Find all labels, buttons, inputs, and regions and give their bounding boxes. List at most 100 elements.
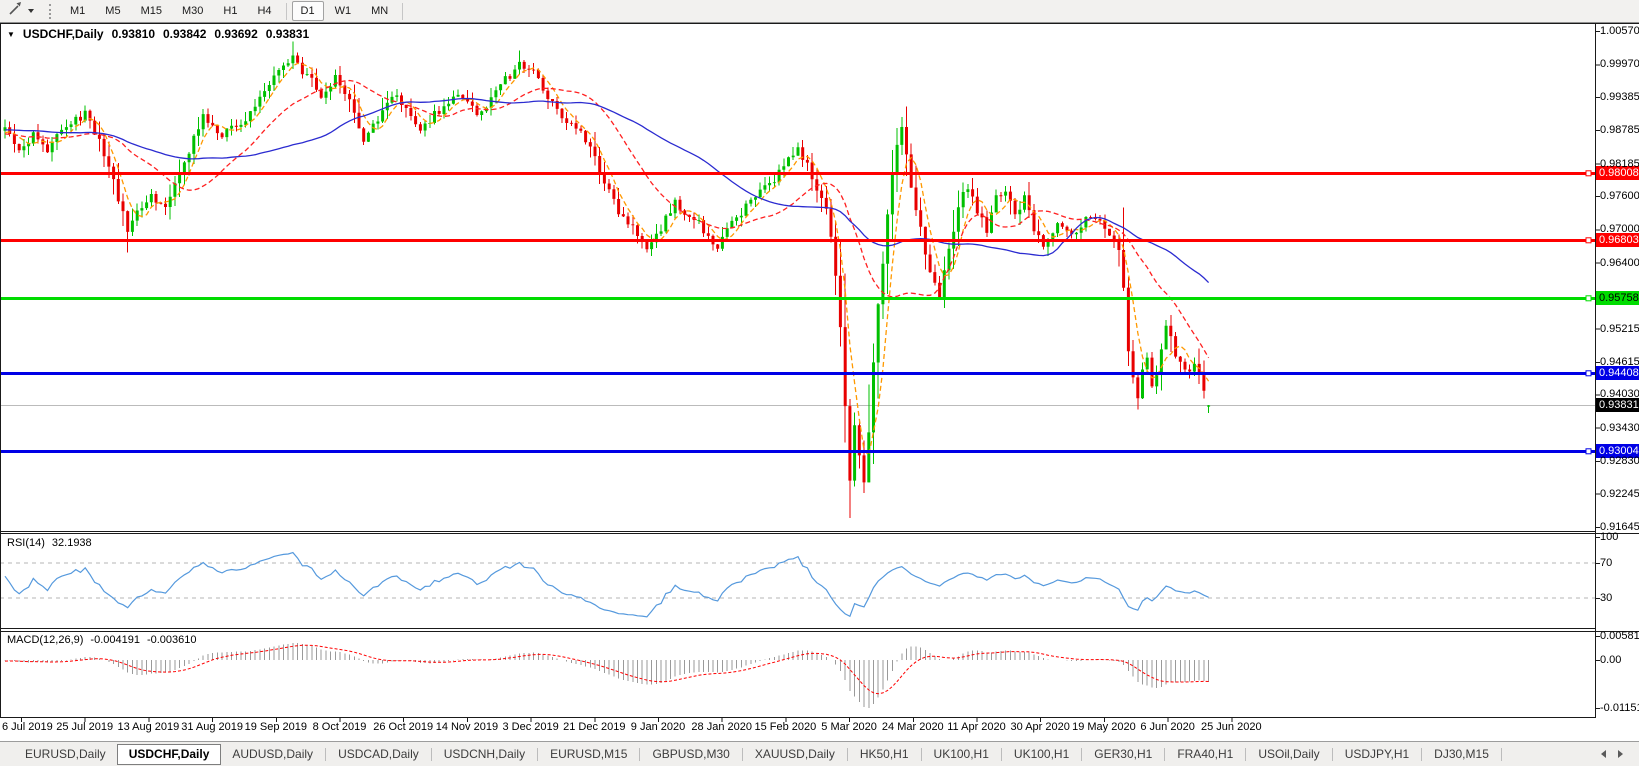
date-axis-label: 11 Apr 2020 — [947, 721, 1006, 733]
price-chart-canvas[interactable] — [0, 23, 1639, 723]
tabs-scroll-right-button[interactable] — [1618, 750, 1623, 758]
date-axis-label: 3 Dec 2019 — [502, 721, 559, 733]
macd-axis-tick-label: -0.011514 — [1600, 701, 1639, 714]
tab-divider — [537, 747, 539, 761]
price-axis-tick-label: 0.94030 — [1600, 388, 1639, 401]
chart-tab-xauusd-daily[interactable]: XAUUSD,Daily — [744, 744, 846, 765]
timeframe-button-d1[interactable]: D1 — [291, 1, 324, 21]
tab-divider — [1500, 747, 1502, 761]
chart-tab-eurusd-daily[interactable]: EURUSD,Daily — [14, 744, 117, 765]
chart-tab-gbpusd-m30[interactable]: GBPUSD,M30 — [641, 744, 740, 765]
date-axis-label: 25 Jul 2019 — [56, 721, 114, 733]
date-axis-label: 5 Mar 2020 — [821, 721, 877, 733]
top-toolbar: M1 M5 M15 M30 H1 H4 D1 W1 MN — [0, 0, 1639, 23]
chart-tab-dj30-m15[interactable]: DJ30,M15 — [1423, 744, 1500, 765]
chart-tab-hk50-h1[interactable]: HK50,H1 — [849, 744, 920, 765]
price-level-label: 0.96803 — [1596, 233, 1639, 248]
current-price-label: 0.93831 — [1596, 398, 1639, 413]
tab-divider — [1000, 747, 1002, 761]
date-axis-label: 26 Oct 2019 — [373, 721, 434, 733]
tab-divider — [1331, 747, 1333, 761]
price-axis-tick-label: 0.92245 — [1600, 487, 1639, 500]
rsi-name: RSI(14) — [7, 537, 45, 549]
chart-tab-usdchf-daily[interactable]: USDCHF,Daily — [116, 743, 222, 765]
price-axis-tick-label: 0.98785 — [1600, 124, 1639, 137]
rsi-axis-tick-label: 30 — [1600, 592, 1613, 604]
chevron-down-icon — [28, 9, 34, 13]
date-axis-label: 30 Apr 2020 — [1010, 721, 1070, 733]
chart-tab-eurusd-m15[interactable]: EURUSD,M15 — [539, 744, 638, 765]
price-level-label: 0.95758 — [1596, 291, 1639, 306]
tab-divider — [846, 747, 848, 761]
chart-tab-usoil-daily[interactable]: USOil,Daily — [1247, 744, 1330, 765]
tab-divider — [1421, 747, 1423, 761]
price-axis-tick-label: 0.92830 — [1600, 455, 1639, 467]
tab-divider — [639, 747, 641, 761]
tabs-scroll-left-button[interactable] — [1601, 750, 1606, 758]
price-axis-tick-label: 0.99970 — [1600, 58, 1639, 71]
date-axis-label: 31 Aug 2019 — [181, 721, 243, 733]
cursor-tool-button[interactable] — [5, 0, 37, 22]
date-axis-label: 15 Feb 2020 — [754, 721, 817, 733]
rsi-axis-tick-label: 70 — [1600, 557, 1613, 569]
date-axis-label: 6 Jul 2019 — [2, 721, 53, 733]
timeframe-button-h4[interactable]: H4 — [248, 1, 280, 21]
tab-scroll-buttons — [1601, 750, 1639, 758]
timeframe-button-m5[interactable]: M5 — [96, 1, 129, 21]
chart-tab-uk100-h1[interactable]: UK100,H1 — [1003, 744, 1080, 765]
timeframe-button-mn[interactable]: MN — [362, 1, 397, 21]
timeframe-button-m15[interactable]: M15 — [132, 1, 171, 21]
date-axis-label: 24 Mar 2020 — [881, 721, 944, 733]
macd-indicator-label: MACD(12,26,9) -0.004191 -0.003610 — [7, 634, 197, 646]
cursor-tool-icon — [8, 1, 23, 21]
chart-tab-uk100-h1[interactable]: UK100,H1 — [923, 744, 1000, 765]
date-axis-label: 9 Jan 2020 — [630, 721, 686, 733]
price-axis-tick-label: 0.99385 — [1600, 90, 1639, 103]
chart-tabs: EURUSD,Daily USDCHF,Daily AUDUSD,Daily USDC… — [14, 743, 1503, 765]
chart-tab-usdcnh-daily[interactable]: USDCNH,Daily — [433, 744, 536, 765]
price-axis-tick-label: 1.00570 — [1600, 25, 1639, 37]
date-axis-label: 19 Sep 2019 — [244, 721, 307, 733]
macd-name: MACD(12,26,9) — [7, 634, 84, 646]
rsi-indicator-label: RSI(14) 32.1938 — [7, 537, 92, 549]
timeframe-buttons: M1 M5 M15 M30 H1 H4 D1 W1 MN — [60, 1, 407, 21]
tab-divider — [430, 747, 432, 761]
macd-signal-value: -0.003610 — [146, 634, 197, 646]
mt4-window: M1 M5 M15 M30 H1 H4 D1 W1 MN ▼ USDCHF,Daily 0.93… — [0, 0, 1639, 766]
rsi-value: 32.1938 — [51, 537, 92, 549]
toolbar-separator — [402, 2, 404, 20]
chart-tab-audusd-daily[interactable]: AUDUSD,Daily — [221, 744, 324, 765]
chart-tab-ger30-h1[interactable]: GER30,H1 — [1083, 744, 1163, 765]
tab-divider — [741, 747, 743, 761]
tab-divider — [920, 747, 922, 761]
date-axis-label: 28 Jan 2020 — [691, 721, 752, 733]
price-axis-tick-label: 0.95215 — [1600, 322, 1639, 335]
price-axis-tick-label: 0.94615 — [1600, 355, 1639, 368]
chart-tab-usdcad-daily[interactable]: USDCAD,Daily — [327, 744, 430, 765]
price-axis-tick-label: 0.98185 — [1600, 157, 1639, 170]
date-axis-label: 8 Oct 2019 — [312, 721, 367, 733]
date-axis-label: 21 Dec 2019 — [563, 721, 626, 733]
collapse-triangle-icon[interactable]: ▼ — [7, 30, 15, 39]
timeframe-button-m30[interactable]: M30 — [173, 1, 212, 21]
chart-tabs-bar: EURUSD,Daily USDCHF,Daily AUDUSD,Daily USDC… — [0, 741, 1639, 766]
chart-tab-usdjpy-h1[interactable]: USDJPY,H1 — [1334, 744, 1420, 765]
tab-divider — [1081, 747, 1083, 761]
chart-title-overlay: ▼ USDCHF,Daily 0.93810 0.93842 0.93692 0… — [7, 27, 309, 41]
ohlc-high: 0.93842 — [163, 27, 207, 41]
price-level-label: 0.94408 — [1596, 366, 1639, 381]
ohlc-open: 0.93810 — [111, 27, 155, 41]
toolbar-separator — [285, 2, 287, 20]
timeframe-button-h1[interactable]: H1 — [214, 1, 246, 21]
chart-tab-fra40-h1[interactable]: FRA40,H1 — [1166, 744, 1244, 765]
date-axis-label: 6 Jun 2020 — [1140, 721, 1195, 733]
toolbar-grip[interactable] — [49, 3, 53, 19]
macd-axis-tick-label: 0.00 — [1600, 654, 1622, 666]
timeframe-button-m1[interactable]: M1 — [61, 1, 94, 21]
macd-main-value: -0.004191 — [90, 634, 140, 646]
price-axis-tick-label: 0.97600 — [1600, 190, 1639, 202]
timeframe-button-w1[interactable]: W1 — [326, 1, 361, 21]
chart-symbol-label: USDCHF,Daily — [22, 27, 104, 41]
ohlc-close: 0.93831 — [265, 27, 310, 41]
ohlc-low: 0.93692 — [214, 27, 258, 41]
